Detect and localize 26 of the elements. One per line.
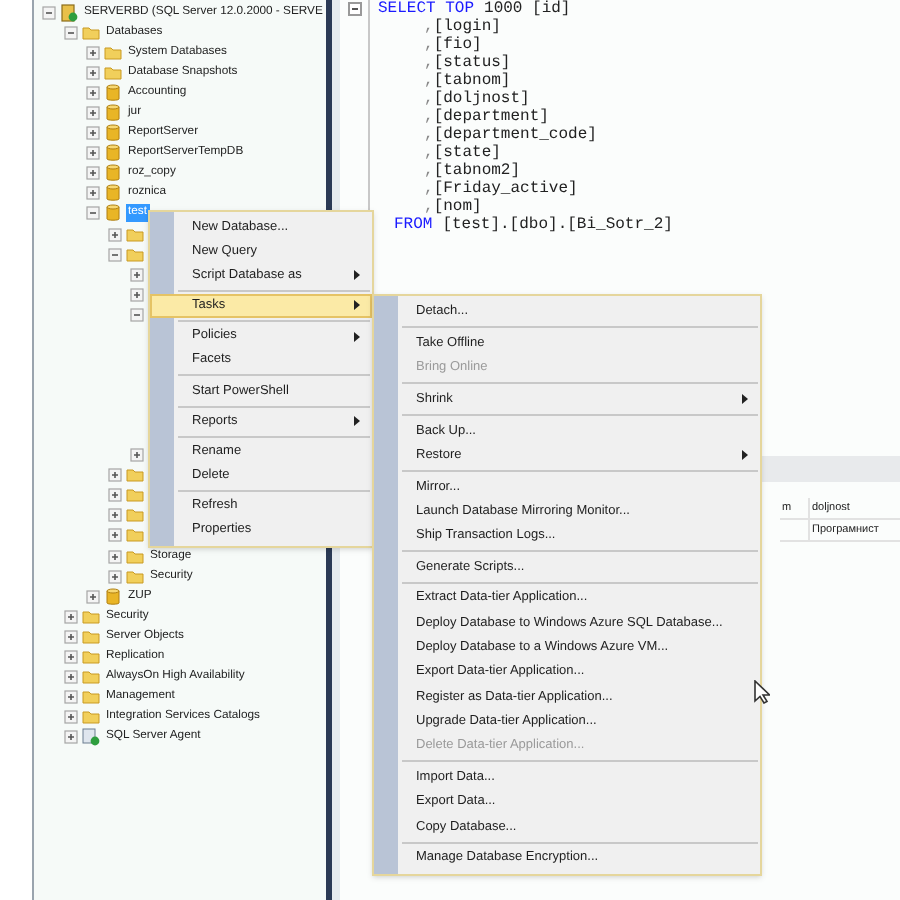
sql-text: [login] bbox=[433, 18, 501, 36]
sql-text: [Friday_active] bbox=[433, 180, 578, 198]
sql-text: [state] bbox=[433, 144, 501, 162]
sql-keyword: SELECT TOP bbox=[378, 0, 475, 18]
sql-text: [nom] bbox=[433, 198, 482, 216]
sql-text: [doljnost] bbox=[433, 90, 530, 108]
sql-comma: , bbox=[424, 126, 434, 144]
sql-text: [test].[dbo].[Bi_Sotr_2] bbox=[442, 216, 673, 234]
sql-comma: , bbox=[424, 108, 434, 126]
sql-comma: , bbox=[424, 18, 434, 36]
sql-text: [fio] bbox=[433, 36, 482, 54]
sql-text: [department_code] bbox=[433, 126, 597, 144]
sql-comma: , bbox=[424, 90, 434, 108]
sql-comma: , bbox=[424, 36, 434, 54]
sql-comma: , bbox=[424, 72, 434, 90]
sql-comma: , bbox=[424, 54, 434, 72]
sql-comma: , bbox=[424, 144, 434, 162]
sql-comma: , bbox=[424, 180, 434, 198]
sql-text: [tabnom2] bbox=[433, 162, 521, 180]
sql-text: [department] bbox=[433, 108, 549, 126]
sql-text: [tabnom] bbox=[433, 72, 511, 90]
sql-comma: , bbox=[424, 162, 434, 180]
sql-text: 1000 [id] bbox=[484, 0, 571, 18]
sql-keyword: FROM bbox=[394, 216, 433, 234]
sql-comma: , bbox=[424, 198, 434, 216]
sql-text: [status] bbox=[433, 54, 511, 72]
